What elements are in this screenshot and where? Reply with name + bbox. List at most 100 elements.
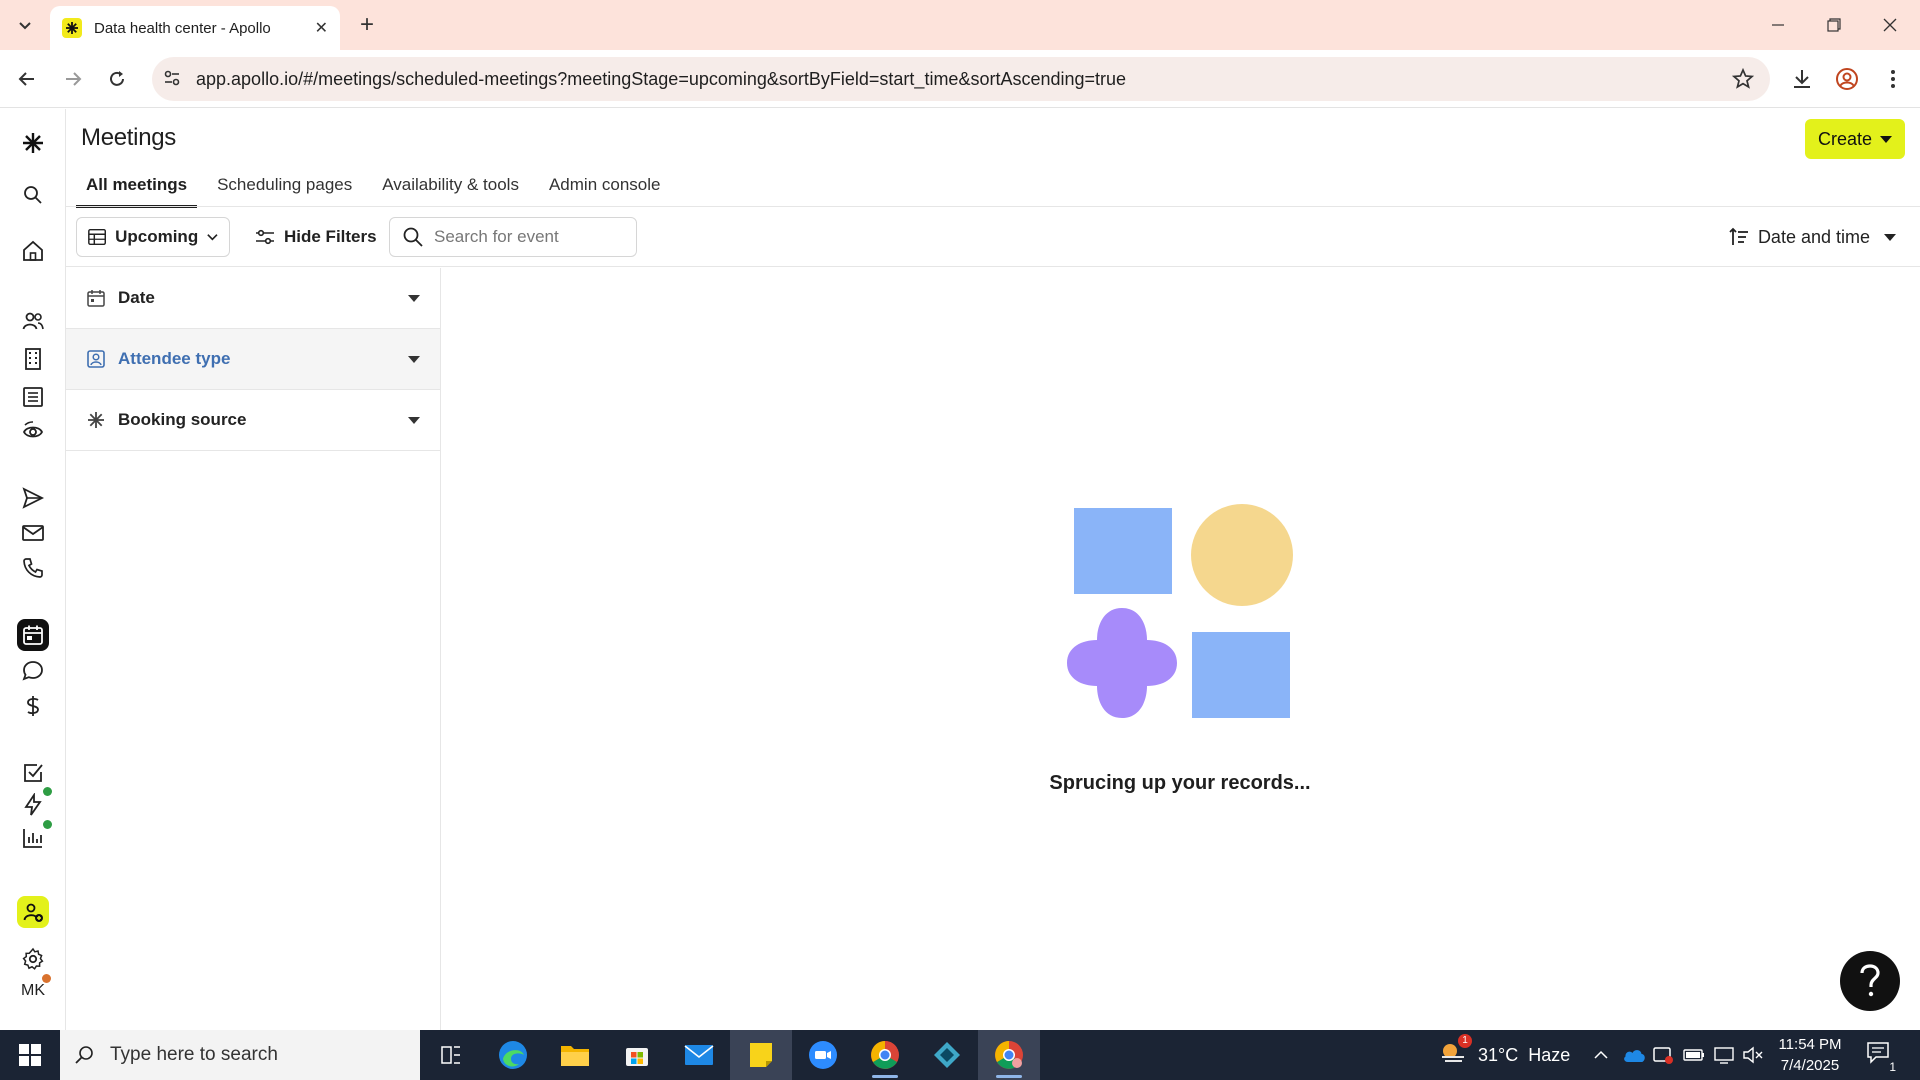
network-icon[interactable] xyxy=(1713,1030,1735,1080)
filter-booking-source[interactable]: Booking source xyxy=(66,390,440,451)
search-input[interactable] xyxy=(434,227,624,247)
send-icon[interactable] xyxy=(17,482,49,514)
caret-down-icon xyxy=(408,294,420,302)
mail-app-icon xyxy=(684,1045,714,1065)
tab-availability-tools[interactable]: Availability & tools xyxy=(372,166,529,208)
bookmark-star-icon[interactable] xyxy=(1731,67,1755,95)
reload-button[interactable] xyxy=(102,64,132,94)
task-view-button[interactable] xyxy=(420,1030,482,1080)
hide-filters-button[interactable]: Hide Filters xyxy=(246,217,385,257)
blue-square-shape xyxy=(1192,632,1290,718)
create-button[interactable]: Create xyxy=(1805,119,1905,159)
taskbar-store[interactable] xyxy=(606,1030,668,1080)
browser-tab-active[interactable]: Data health center - Apollo ✕ xyxy=(50,6,340,50)
view-selector[interactable]: Upcoming xyxy=(76,217,230,257)
filter-date-label: Date xyxy=(118,288,155,307)
battery-icon[interactable] xyxy=(1683,1030,1705,1080)
windows-start-button[interactable] xyxy=(0,1030,60,1080)
yellow-circle-shape xyxy=(1191,504,1293,606)
loading-illustration xyxy=(1065,503,1295,725)
taskbar-mail[interactable] xyxy=(668,1030,730,1080)
taskbar-app[interactable] xyxy=(916,1030,978,1080)
taskbar-search[interactable]: Type here to search xyxy=(60,1030,420,1080)
analytics-chart-icon[interactable] xyxy=(17,820,52,854)
back-button[interactable] xyxy=(12,64,42,94)
apollo-logo-icon xyxy=(86,410,106,430)
list-icon[interactable] xyxy=(17,381,49,413)
reload-icon xyxy=(110,71,124,86)
site-settings-icon[interactable] xyxy=(162,68,182,93)
tab-all-meetings[interactable]: All meetings xyxy=(76,166,198,208)
caret-down-icon xyxy=(408,416,420,424)
tab-close-icon[interactable]: ✕ xyxy=(315,18,328,38)
show-hidden-icons-button[interactable] xyxy=(1592,1030,1610,1080)
home-icon[interactable] xyxy=(17,235,49,267)
weather-widget[interactable]: 1 31°C Haze xyxy=(1438,1030,1570,1080)
eye-scan-icon[interactable] xyxy=(17,416,49,448)
taskbar-chrome-profile[interactable] xyxy=(978,1030,1040,1080)
user-avatar[interactable]: MK xyxy=(17,974,51,1007)
notifications-button[interactable]: 1 xyxy=(1866,1030,1896,1080)
lightning-icon[interactable] xyxy=(17,787,52,821)
help-button[interactable] xyxy=(1840,951,1900,1011)
onedrive-icon[interactable] xyxy=(1622,1030,1646,1080)
taskbar-sticky-notes[interactable] xyxy=(730,1030,792,1080)
tab-scheduling-pages[interactable]: Scheduling pages xyxy=(207,166,362,208)
building-icon[interactable] xyxy=(17,343,49,375)
avatar-initials: MK xyxy=(21,982,45,999)
filter-booking-source-label: Booking source xyxy=(118,410,247,429)
arrow-right-icon xyxy=(66,72,82,86)
close-window-button[interactable] xyxy=(1862,0,1918,50)
dollar-icon[interactable] xyxy=(17,690,49,722)
tab-title: Data health center - Apollo xyxy=(94,19,271,37)
clock-date: 7/4/2025 xyxy=(1780,1057,1840,1074)
people-icon[interactable] xyxy=(17,305,49,337)
meetings-calendar-icon[interactable] xyxy=(17,619,49,651)
minimize-button[interactable] xyxy=(1750,0,1806,50)
taskbar-chrome[interactable] xyxy=(854,1030,916,1080)
notification-icon: 1 xyxy=(1866,1041,1896,1074)
sort-button[interactable]: Date and time xyxy=(1728,217,1896,257)
chat-bubble-icon[interactable] xyxy=(17,655,49,687)
taskbar-file-explorer[interactable] xyxy=(544,1030,606,1080)
filter-panel: Date Attendee type Booking source xyxy=(66,268,441,1030)
task-checkbox-icon[interactable] xyxy=(17,757,49,789)
tab-admin-console[interactable]: Admin console xyxy=(539,166,671,208)
sort-label: Date and time xyxy=(1757,226,1870,247)
status-dot xyxy=(43,820,52,829)
mail-icon[interactable] xyxy=(17,517,49,549)
add-user-icon[interactable] xyxy=(17,896,49,928)
phone-icon[interactable] xyxy=(17,552,49,584)
filter-attendee-type[interactable]: Attendee type xyxy=(66,329,440,390)
windows-taskbar: Type here to search 1 31°C Haze 11:54 PM… xyxy=(0,1030,1920,1080)
settings-gear-icon[interactable] xyxy=(17,943,49,975)
caret-down-icon xyxy=(408,355,420,363)
forward-button[interactable] xyxy=(58,64,88,94)
notification-count: 1 xyxy=(1889,1059,1896,1074)
taskbar-zoom[interactable] xyxy=(792,1030,854,1080)
tab-search-button[interactable] xyxy=(10,11,40,39)
address-bar[interactable]: app.apollo.io/#/meetings/scheduled-meeti… xyxy=(152,57,1770,101)
more-vertical-icon xyxy=(1891,70,1895,88)
weather-haze-icon: 1 xyxy=(1438,1033,1472,1071)
filter-date[interactable]: Date xyxy=(66,268,440,329)
downloads-button[interactable] xyxy=(1787,64,1817,94)
restore-button[interactable] xyxy=(1806,0,1862,50)
chevron-up-icon xyxy=(1594,1050,1608,1059)
volume-muted-icon[interactable] xyxy=(1742,1030,1764,1080)
search-icon[interactable] xyxy=(17,179,49,211)
new-tab-button[interactable]: + xyxy=(352,10,382,40)
search-icon xyxy=(75,1046,93,1064)
apollo-logo-icon[interactable] xyxy=(17,127,49,159)
download-icon xyxy=(1794,70,1810,88)
browser-menu-button[interactable] xyxy=(1878,64,1908,94)
windows-logo-icon xyxy=(19,1044,41,1066)
event-search[interactable] xyxy=(389,217,637,257)
filter-bar: Upcoming Hide Filters Date and time xyxy=(66,207,1920,267)
profile-button[interactable] xyxy=(1832,64,1862,94)
taskbar-edge[interactable] xyxy=(482,1030,544,1080)
taskbar-clock[interactable]: 11:54 PM 7/4/2025 xyxy=(1770,1034,1850,1076)
calendar-icon xyxy=(86,288,106,308)
meetings-tabs: All meetings Scheduling pages Availabili… xyxy=(76,166,680,208)
meet-now-icon[interactable] xyxy=(1652,1030,1674,1080)
